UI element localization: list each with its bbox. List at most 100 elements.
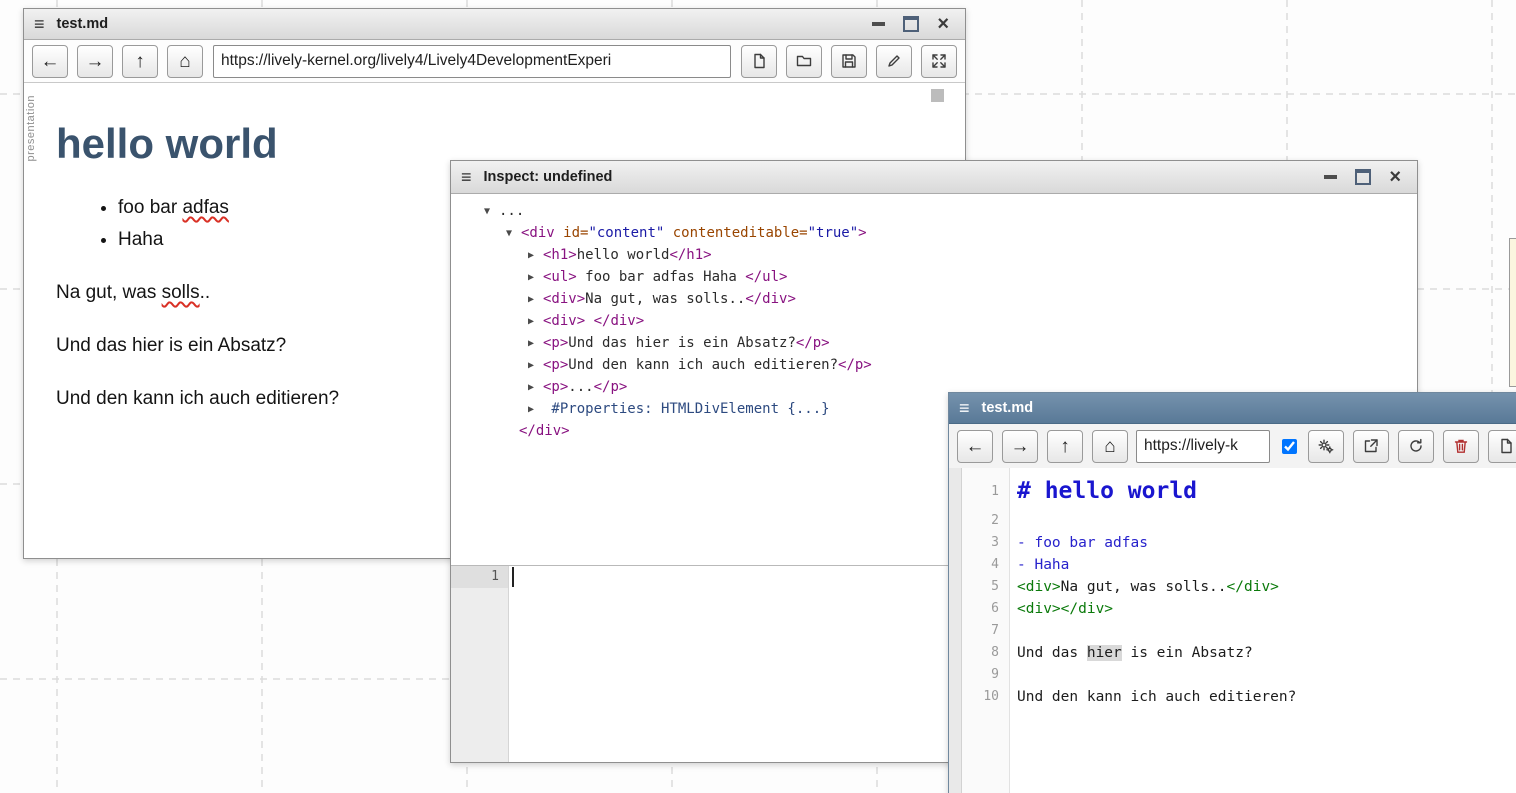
url-checkbox[interactable]	[1282, 439, 1297, 454]
up-button[interactable]: ↑	[122, 45, 158, 78]
dom-tree-node[interactable]: ▼<div id="content" contenteditable="true…	[451, 222, 1417, 244]
line-number: 6	[962, 598, 1009, 620]
editor-line[interactable]: 8Und das hier is ein Absatz?	[962, 642, 1516, 664]
expand-icon[interactable]: ▶	[528, 311, 543, 333]
back-button[interactable]: ←	[957, 430, 993, 463]
line-number: 7	[962, 620, 1009, 642]
code-segment: is ein Absatz?	[1122, 645, 1253, 661]
refresh-button[interactable]	[1398, 430, 1434, 463]
dom-tree-node[interactable]: ▶<p>Und den kann ich auch editieren?</p>	[451, 354, 1417, 376]
line-content: - Haha	[1009, 554, 1069, 576]
forward-button[interactable]: →	[1002, 430, 1038, 463]
dom-tree-node[interactable]: ▶<p>Und das hier is ein Absatz?</p>	[451, 332, 1417, 354]
menu-icon[interactable]: ≡	[959, 399, 970, 417]
expand-icon[interactable]: ▶	[528, 267, 543, 289]
window-controls: ×	[1324, 169, 1407, 185]
new-file-button[interactable]	[1488, 430, 1516, 463]
dom-tree-node[interactable]: ▶<div>Na gut, was solls..</div>	[451, 288, 1417, 310]
forward-button[interactable]: →	[77, 45, 113, 78]
code-segment: </div>	[745, 291, 796, 307]
minimize-button[interactable]	[1324, 169, 1337, 185]
code-segment: "content"	[588, 225, 664, 241]
home-icon: ⌂	[179, 52, 190, 71]
open-external-button[interactable]	[1353, 430, 1389, 463]
home-button[interactable]: ⌂	[1092, 430, 1128, 463]
editor-line[interactable]: 2	[962, 510, 1516, 532]
trash-icon	[1453, 438, 1469, 454]
titlebar[interactable]: ≡ test.md	[949, 393, 1516, 424]
editor-line[interactable]: 6<div></div>	[962, 598, 1516, 620]
partial-window-edge[interactable]	[1509, 238, 1516, 387]
text-caret	[512, 567, 514, 587]
dom-tree-node[interactable]: ▶<ul> foo bar adfas Haha </ul>	[451, 266, 1417, 288]
code-segment: <p>	[543, 357, 568, 373]
close-button[interactable]: ×	[1389, 169, 1401, 185]
editor-line[interactable]: 9	[962, 664, 1516, 686]
edit-button[interactable]	[876, 45, 912, 78]
settings-button[interactable]	[1308, 430, 1344, 463]
text-run: Und den kann ich auch editieren?	[56, 388, 339, 409]
titlebar[interactable]: ≡ Inspect: undefined ×	[451, 161, 1417, 194]
editor-line[interactable]: 5<div>Na gut, was solls..</div>	[962, 576, 1516, 598]
code-segment: </p>	[838, 357, 872, 373]
open-folder-button[interactable]	[786, 45, 822, 78]
expand-icon[interactable]: ▶	[528, 355, 543, 377]
minimize-button[interactable]	[872, 16, 885, 32]
toolbar: ← → ↑ ⌂	[949, 424, 1516, 469]
url-input[interactable]	[213, 45, 731, 78]
resize-handle[interactable]	[931, 89, 944, 102]
home-button[interactable]: ⌂	[167, 45, 203, 78]
line-content	[1009, 510, 1017, 532]
code-segment: <div	[521, 225, 555, 241]
expand-icon[interactable]: ▶	[528, 333, 543, 355]
text-run: ..	[200, 282, 211, 303]
collapse-icon[interactable]: ▼	[484, 201, 499, 223]
window-markdown-editor: ≡ test.md ← → ↑ ⌂ 1# hello world23- foo bar…	[948, 392, 1516, 793]
editor-line[interactable]: 1# hello world	[962, 473, 1516, 510]
dom-tree-node[interactable]: ▶<div> </div>	[451, 310, 1417, 332]
expand-icon[interactable]: ▶	[528, 377, 543, 399]
editor-line[interactable]: 4- Haha	[962, 554, 1516, 576]
expand-icon[interactable]: ▶	[528, 289, 543, 311]
menu-icon[interactable]: ≡	[34, 15, 45, 33]
dom-tree-node[interactable]: ▶<h1>hello world</h1>	[451, 244, 1417, 266]
line-number: 3	[962, 532, 1009, 554]
save-button[interactable]	[831, 45, 867, 78]
collapse-icon[interactable]: ▼	[506, 223, 521, 245]
editor-side-strip	[949, 468, 962, 793]
toolbar: ← → ↑ ⌂	[24, 40, 965, 83]
text-run: Haha	[118, 229, 163, 250]
code-segment: </div>	[519, 423, 570, 439]
up-button[interactable]: ↑	[1047, 430, 1083, 463]
back-button[interactable]: ←	[32, 45, 68, 78]
code-segment: <p>	[543, 335, 568, 351]
code-segment	[585, 313, 593, 329]
code-segment: ...	[568, 379, 593, 395]
arrow-right-icon: →	[1011, 437, 1030, 456]
minimize-icon	[1324, 175, 1337, 179]
code-segment: <div>	[1017, 579, 1061, 595]
minimize-icon	[872, 22, 885, 26]
code-segment: <div>	[543, 291, 585, 307]
new-file-button[interactable]	[741, 45, 777, 78]
source-editor[interactable]: 1# hello world23- foo bar adfas4- Haha5<…	[962, 468, 1516, 793]
expand-button[interactable]	[921, 45, 957, 78]
expand-icon[interactable]: ▶	[528, 399, 543, 421]
dom-tree-node[interactable]: ▼...	[451, 200, 1417, 222]
url-input[interactable]	[1136, 430, 1270, 463]
code-segment: #Properties: HTMLDivElement {...}	[543, 401, 830, 417]
menu-icon[interactable]: ≡	[461, 168, 472, 186]
maximize-button[interactable]	[903, 16, 919, 32]
expand-icon[interactable]: ▶	[528, 245, 543, 267]
code-segment: - Haha	[1017, 557, 1069, 573]
line-content: <div></div>	[1009, 598, 1113, 620]
editor-line[interactable]: 3- foo bar adfas	[962, 532, 1516, 554]
titlebar[interactable]: ≡ test.md ×	[24, 9, 965, 40]
line-content: # hello world	[1009, 473, 1197, 510]
close-button[interactable]: ×	[937, 16, 949, 32]
maximize-button[interactable]	[1355, 169, 1371, 185]
editor-line[interactable]: 10Und den kann ich auch editieren?	[962, 686, 1516, 708]
code-segment: >	[858, 225, 866, 241]
delete-button[interactable]	[1443, 430, 1479, 463]
editor-line[interactable]: 7	[962, 620, 1516, 642]
